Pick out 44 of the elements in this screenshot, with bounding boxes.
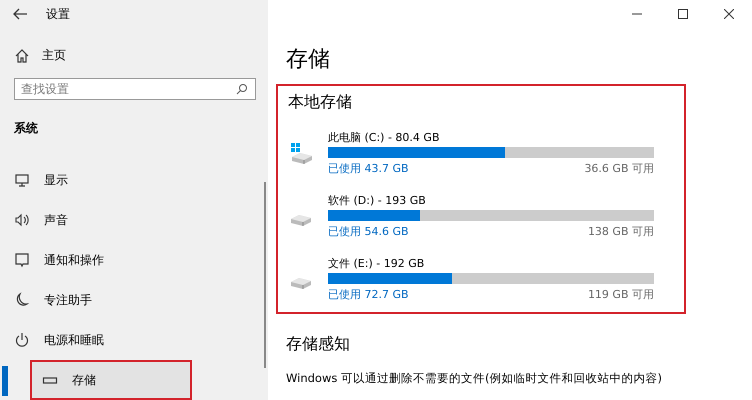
home-link[interactable]: 主页 — [42, 47, 66, 64]
page-title: 存储 — [286, 46, 331, 74]
drive-name: 此电脑 (C:) - 80.4 GB — [328, 130, 440, 145]
power-icon — [14, 332, 30, 348]
close-icon — [724, 9, 734, 19]
sidebar-label: 显示 — [44, 172, 68, 188]
system-drive-icon — [290, 142, 312, 164]
drive-name: 软件 (D:) - 193 GB — [328, 193, 427, 208]
drive-name: 文件 (E:) - 192 GB — [328, 256, 426, 271]
free-space: 119 GB 可用 — [588, 287, 654, 302]
moon-icon — [14, 292, 30, 308]
drive-icon — [291, 214, 311, 226]
sidebar-label: 声音 — [44, 212, 68, 228]
search-field[interactable]: 查找设置 — [14, 78, 256, 100]
section-heading: 存储感知 — [286, 334, 351, 355]
used-space-link[interactable]: 已使用 54.6 GB — [328, 224, 409, 239]
used-space-link[interactable]: 已使用 43.7 GB — [328, 161, 409, 176]
selection-indicator — [2, 366, 8, 396]
display-icon — [14, 172, 30, 188]
description: Windows 可以通过删除不需要的文件(例如临时文件和回收站中的内容) — [286, 371, 663, 386]
home-icon[interactable] — [14, 48, 30, 64]
search-icon — [236, 83, 248, 95]
window-title: 设置 — [46, 6, 70, 22]
sidebar-item[interactable]: 专注助手 — [0, 280, 268, 320]
sidebar-item[interactable]: 显示 — [0, 160, 268, 200]
scrollbar[interactable] — [264, 182, 266, 368]
minimize-icon — [632, 13, 642, 15]
drive-icon — [291, 278, 311, 288]
free-space: 138 GB 可用 — [588, 224, 654, 239]
sidebar-label: 电源和睡眠 — [44, 332, 104, 348]
sidebar-label: 通知和操作 — [44, 252, 104, 268]
sound-icon — [14, 212, 30, 228]
back-arrow-icon[interactable] — [12, 7, 28, 21]
sidebar-label: 存储 — [72, 372, 96, 388]
sidebar-item[interactable]: 声音 — [0, 200, 268, 240]
section-heading: 系统 — [13, 120, 39, 137]
maximize-icon — [678, 9, 688, 19]
sidebar-item[interactable]: 通知和操作 — [0, 240, 268, 280]
sidebar-label: 专注助手 — [44, 292, 92, 308]
free-space: 36.6 GB 可用 — [584, 161, 654, 176]
section-heading: 本地存储 — [288, 92, 353, 113]
sidebar-item[interactable]: 电源和睡眠 — [0, 320, 268, 360]
used-space-link[interactable]: 已使用 72.7 GB — [328, 287, 409, 302]
notification-icon — [14, 252, 30, 268]
